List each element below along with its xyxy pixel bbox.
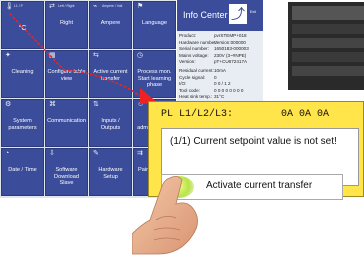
phase-label: PL L1/L2/L3: (161, 109, 234, 120)
phase-current-readout: PL L1/L2/L3: 0A 0A 0A (161, 109, 329, 120)
activate-button-label: Activate current transfer (206, 180, 313, 191)
phase-values: 0A 0A 0A (281, 109, 330, 120)
pointing-hand-icon (132, 176, 198, 255)
